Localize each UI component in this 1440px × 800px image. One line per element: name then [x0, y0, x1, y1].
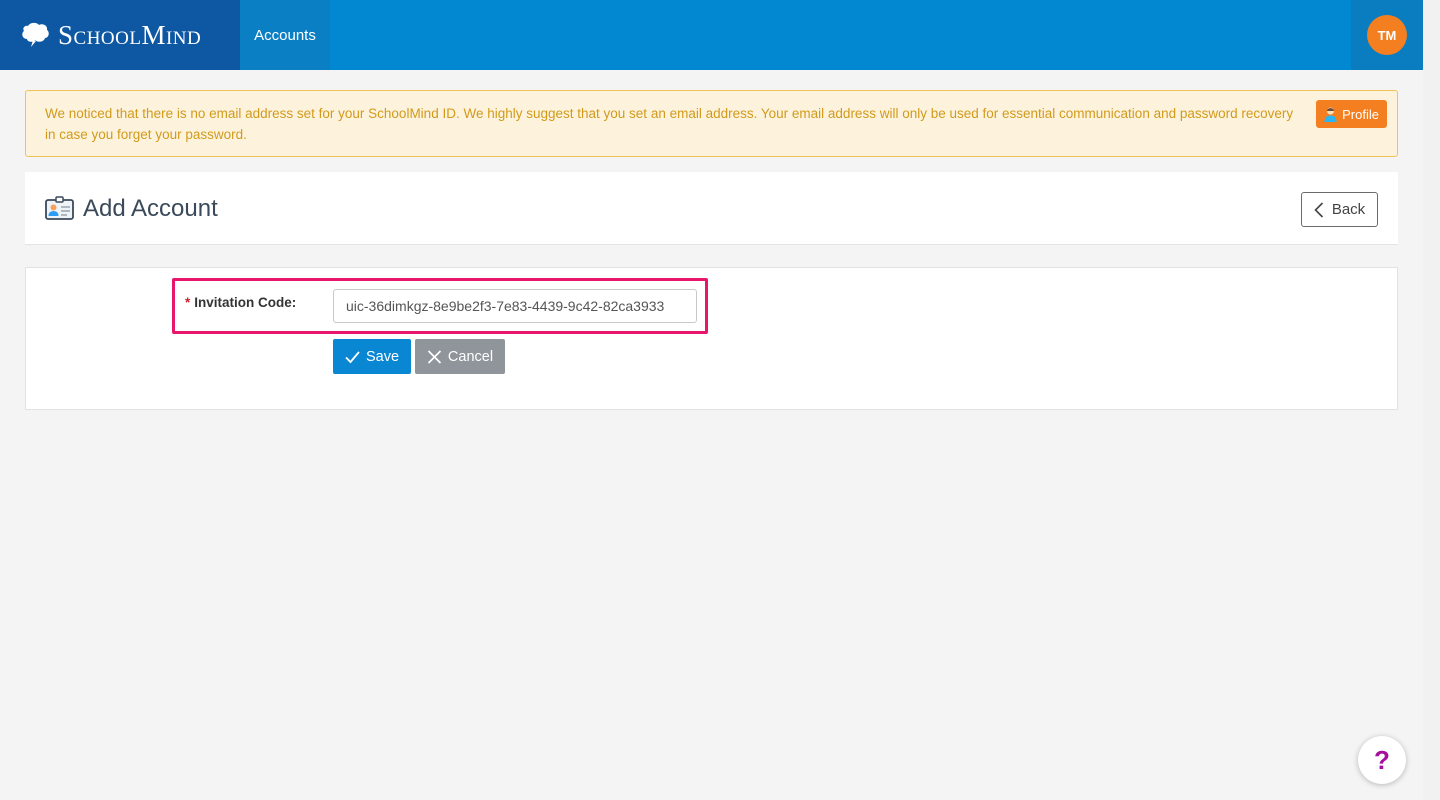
invitation-code-label: * Invitation Code: [185, 295, 296, 310]
scrollbar[interactable] [1423, 0, 1440, 800]
brand-logo[interactable]: SchoolMind [0, 0, 240, 70]
chevron-left-icon [1314, 201, 1323, 218]
user-icon [1324, 107, 1337, 122]
invitation-code-label-text: Invitation Code: [194, 295, 297, 310]
top-navbar: SchoolMind Accounts TM [0, 0, 1423, 70]
save-button[interactable]: Save [333, 339, 411, 374]
alert-message: We noticed that there is no email addres… [45, 106, 1294, 142]
user-menu[interactable]: TM [1351, 0, 1423, 70]
back-button[interactable]: Back [1301, 192, 1378, 227]
page-title: Add Account [45, 172, 218, 245]
help-button[interactable]: ? [1358, 736, 1406, 784]
page-header: Add Account Back [25, 172, 1398, 245]
check-icon [345, 350, 360, 363]
brand-name: SchoolMind [58, 19, 202, 50]
missing-email-alert: We noticed that there is no email addres… [25, 90, 1398, 157]
avatar[interactable]: TM [1367, 15, 1407, 55]
brain-icon [22, 22, 49, 47]
id-card-icon [45, 196, 74, 220]
close-icon [427, 349, 442, 364]
save-button-label: Save [365, 348, 400, 365]
nav-item-accounts[interactable]: Accounts [240, 0, 330, 70]
profile-button-label: Profile [1342, 106, 1379, 122]
required-marker: * [185, 295, 191, 310]
cancel-button-label: Cancel [447, 348, 494, 365]
back-button-label: Back [1331, 201, 1366, 218]
profile-button[interactable]: Profile [1316, 100, 1387, 128]
add-account-form: *Invitation Code: Save Cancel [25, 267, 1398, 410]
cancel-button[interactable]: Cancel [415, 339, 505, 374]
page-title-text: Add Account [83, 194, 218, 222]
invitation-code-input[interactable] [333, 289, 697, 323]
